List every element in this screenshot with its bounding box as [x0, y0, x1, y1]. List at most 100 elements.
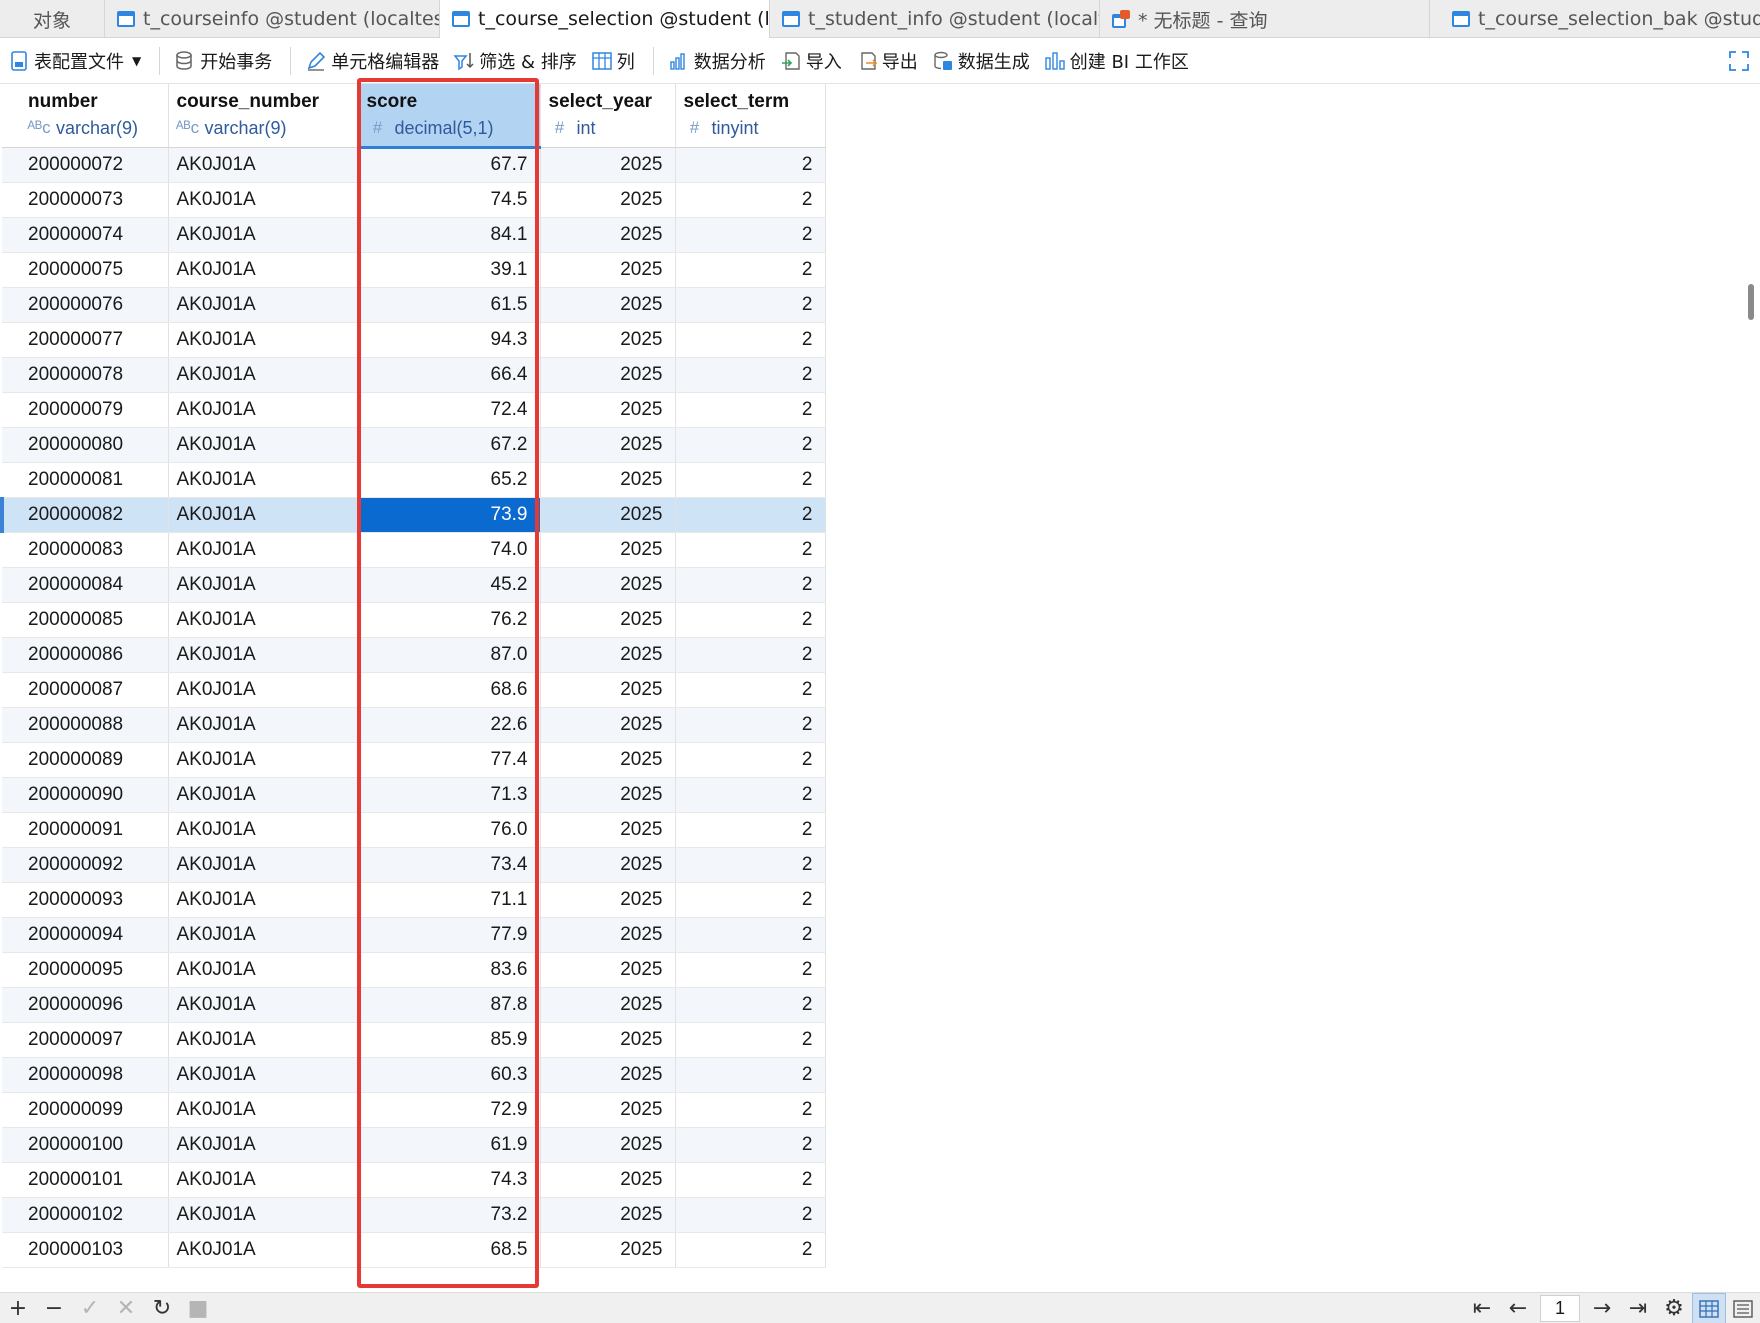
cell-course-number[interactable]: AK0J01A [168, 917, 359, 953]
stop-button[interactable]: ■ [180, 1293, 216, 1323]
cell-select-year[interactable]: 2025 [540, 742, 676, 778]
cell-select-year[interactable]: 2025 [540, 1057, 676, 1093]
cell-score[interactable]: 61.5 [358, 287, 541, 323]
table-row[interactable]: 200000073 AK0J01A 74.5 2025 2 [2, 182, 826, 218]
cell-course-number[interactable]: AK0J01A [168, 182, 359, 218]
previous-page-button[interactable]: ← [1500, 1293, 1536, 1323]
cell-select-year[interactable]: 2025 [540, 672, 676, 708]
cell-select-year[interactable]: 2025 [540, 322, 676, 358]
cell-number[interactable]: 200000084 [20, 567, 169, 603]
cell-select-term[interactable]: 2 [675, 917, 826, 953]
tab-t-courseinfo[interactable]: t_courseinfo @student (localtest... [105, 0, 440, 38]
cell-select-term[interactable]: 2 [675, 567, 826, 603]
row-marker[interactable] [2, 462, 20, 498]
discard-changes-button[interactable]: ✕ [108, 1293, 144, 1323]
cell-score[interactable]: 71.1 [358, 882, 541, 918]
cell-course-number[interactable]: AK0J01A [168, 1197, 359, 1233]
cell-score[interactable]: 66.4 [358, 357, 541, 393]
row-marker[interactable] [2, 1162, 20, 1198]
cell-course-number[interactable]: AK0J01A [168, 672, 359, 708]
table-row[interactable]: 200000079 AK0J01A 72.4 2025 2 [2, 392, 826, 428]
cell-select-year[interactable]: 2025 [540, 917, 676, 953]
table-row[interactable]: 200000074 AK0J01A 84.1 2025 2 [2, 217, 826, 253]
page-number-input[interactable]: 1 [1540, 1295, 1580, 1322]
cell-select-term[interactable]: 2 [675, 1057, 826, 1093]
cell-score[interactable]: 94.3 [358, 322, 541, 358]
cell-select-year[interactable]: 2025 [540, 1092, 676, 1128]
tab-untitled-query[interactable]: * 无标题 - 查询 [1100, 0, 1430, 38]
cell-select-year[interactable]: 2025 [540, 847, 676, 883]
table-row[interactable]: 200000072 AK0J01A 67.7 2025 2 [2, 147, 826, 183]
cell-select-year[interactable]: 2025 [540, 1162, 676, 1198]
table-row[interactable]: 200000091 AK0J01A 76.0 2025 2 [2, 812, 826, 848]
cell-score[interactable]: 74.3 [358, 1162, 541, 1198]
table-row[interactable]: 200000095 AK0J01A 83.6 2025 2 [2, 952, 826, 988]
cell-course-number[interactable]: AK0J01A [168, 252, 359, 288]
table-row[interactable]: 200000087 AK0J01A 68.6 2025 2 [2, 672, 826, 708]
cell-score[interactable]: 87.0 [358, 637, 541, 673]
cell-score[interactable]: 74.5 [358, 182, 541, 218]
cell-score[interactable]: 73.2 [358, 1197, 541, 1233]
cell-number[interactable]: 200000086 [20, 637, 169, 673]
cell-select-term[interactable]: 2 [675, 427, 826, 463]
column-header-select-year[interactable]: select_year # int [540, 84, 676, 148]
cell-number[interactable]: 200000089 [20, 742, 169, 778]
table-row[interactable]: 200000093 AK0J01A 71.1 2025 2 [2, 882, 826, 918]
cell-course-number[interactable]: AK0J01A [168, 322, 359, 358]
cell-select-term[interactable]: 2 [675, 777, 826, 813]
cell-score[interactable]: 76.2 [358, 602, 541, 638]
table-row[interactable]: 200000077 AK0J01A 94.3 2025 2 [2, 322, 826, 358]
cell-score[interactable]: 67.2 [358, 427, 541, 463]
row-marker[interactable] [2, 567, 20, 603]
cell-course-number[interactable]: AK0J01A [168, 147, 359, 183]
cell-score[interactable]: 60.3 [358, 1057, 541, 1093]
cell-select-term[interactable]: 2 [675, 602, 826, 638]
cell-course-number[interactable]: AK0J01A [168, 987, 359, 1023]
cell-score[interactable]: 67.7 [358, 147, 541, 183]
cell-course-number[interactable]: AK0J01A [168, 497, 359, 533]
cell-select-year[interactable]: 2025 [540, 252, 676, 288]
cell-select-term[interactable]: 2 [675, 672, 826, 708]
add-record-button[interactable]: + [0, 1293, 36, 1323]
tab-t-student-info[interactable]: t_student_info @student (localt... [770, 0, 1100, 38]
cell-course-number[interactable]: AK0J01A [168, 287, 359, 323]
cell-select-year[interactable]: 2025 [540, 1127, 676, 1163]
cell-select-term[interactable]: 2 [675, 1127, 826, 1163]
cell-number[interactable]: 200000076 [20, 287, 169, 323]
cell-select-year[interactable]: 2025 [540, 987, 676, 1023]
cell-course-number[interactable]: AK0J01A [168, 847, 359, 883]
profile-button[interactable]: 表配置文件 ▼ [8, 44, 141, 78]
cell-course-number[interactable]: AK0J01A [168, 357, 359, 393]
cell-select-term[interactable]: 2 [675, 812, 826, 848]
first-page-button[interactable]: ⇤ [1464, 1293, 1500, 1323]
cell-number[interactable]: 200000087 [20, 672, 169, 708]
row-marker[interactable] [2, 882, 20, 918]
row-marker[interactable] [2, 847, 20, 883]
cell-number[interactable]: 200000080 [20, 427, 169, 463]
apply-changes-button[interactable]: ✓ [72, 1293, 108, 1323]
cell-course-number[interactable]: AK0J01A [168, 602, 359, 638]
row-marker[interactable] [2, 987, 20, 1023]
table-row[interactable]: 200000101 AK0J01A 74.3 2025 2 [2, 1162, 826, 1198]
cell-select-term[interactable]: 2 [675, 882, 826, 918]
table-row[interactable]: 200000103 AK0J01A 68.5 2025 2 [2, 1232, 826, 1268]
cell-number[interactable]: 200000097 [20, 1022, 169, 1058]
row-marker[interactable] [2, 357, 20, 393]
cell-score[interactable]: 77.4 [358, 742, 541, 778]
cell-number[interactable]: 200000085 [20, 602, 169, 638]
cell-select-year[interactable]: 2025 [540, 952, 676, 988]
cell-score[interactable]: 68.5 [358, 1232, 541, 1268]
cell-score[interactable]: 84.1 [358, 217, 541, 253]
cell-select-year[interactable]: 2025 [540, 707, 676, 743]
cell-course-number[interactable]: AK0J01A [168, 882, 359, 918]
cell-course-number[interactable]: AK0J01A [168, 637, 359, 673]
cell-course-number[interactable]: AK0J01A [168, 567, 359, 603]
cell-select-term[interactable]: 2 [675, 1092, 826, 1128]
row-marker[interactable] [2, 217, 20, 253]
row-marker[interactable] [2, 322, 20, 358]
cell-select-year[interactable]: 2025 [540, 427, 676, 463]
table-row[interactable]: 200000075 AK0J01A 39.1 2025 2 [2, 252, 826, 288]
table-row[interactable]: 200000086 AK0J01A 87.0 2025 2 [2, 637, 826, 673]
cell-course-number[interactable]: AK0J01A [168, 707, 359, 743]
form-view-button[interactable] [1726, 1293, 1760, 1323]
